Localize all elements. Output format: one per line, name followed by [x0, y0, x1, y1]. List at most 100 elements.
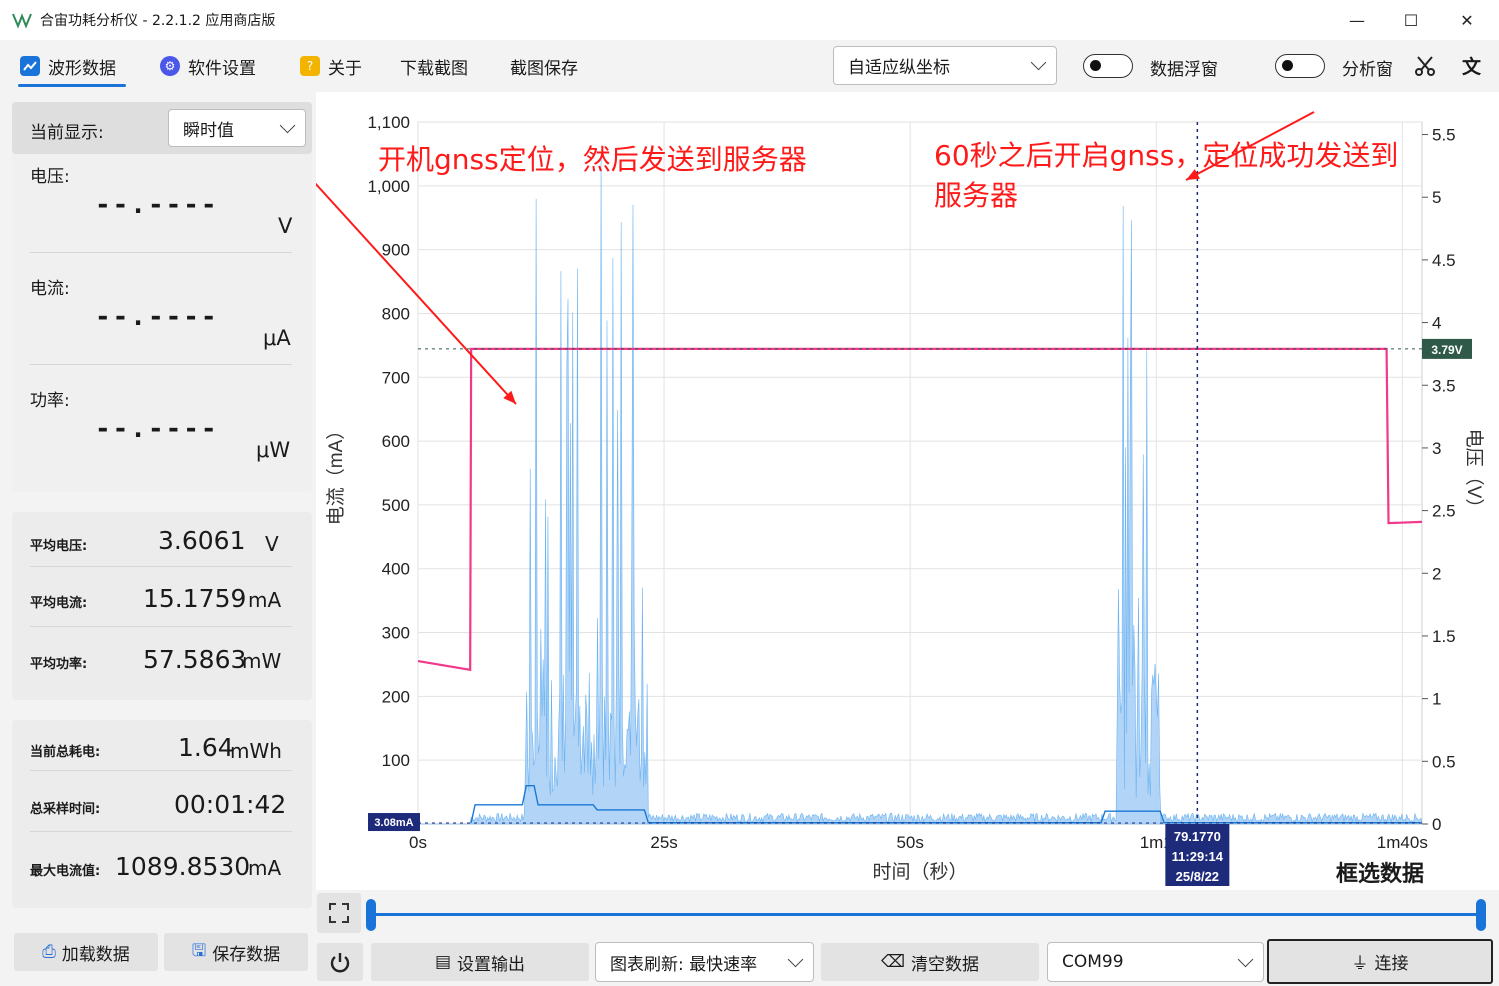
avg-power-unit: mW	[242, 649, 282, 673]
display-mode-value: 瞬时值	[183, 120, 234, 141]
y-left-tick-label: 1,100	[367, 113, 410, 132]
divider	[30, 770, 292, 771]
scissors-icon[interactable]	[1413, 54, 1437, 78]
current-unit: μA	[263, 326, 291, 350]
refresh-rate-select[interactable]: 图表刷新: 最快速率	[595, 942, 814, 982]
divider	[30, 831, 292, 832]
y-right-tick-label: 1	[1432, 690, 1441, 709]
tab-active-indicator	[18, 84, 126, 87]
y-right-tick-label: 1.5	[1432, 627, 1456, 646]
load-icon: ⎙	[42, 942, 56, 962]
y-right-tick-label: 3.5	[1432, 376, 1456, 395]
y-left-tick-label: 600	[382, 432, 410, 451]
avg-power-label: 平均功率:	[30, 657, 88, 672]
connect-label: 连接	[1374, 954, 1409, 974]
data-float-toggle[interactable]	[1083, 54, 1133, 78]
total-energy-unit: mWh	[230, 739, 282, 763]
fullscreen-icon[interactable]	[317, 893, 361, 933]
close-button[interactable]: ✕	[1440, 0, 1494, 40]
clear-data-button[interactable]: ⌫ 清空数据	[821, 943, 1039, 981]
display-mode-label: 当前显示:	[30, 123, 104, 143]
max-current-label: 最大电流值:	[30, 864, 101, 879]
save-data-button[interactable]: 🖫 保存数据	[164, 933, 308, 971]
cursor-date-label: 25/8/22	[1176, 869, 1219, 884]
eraser-icon: ⌫	[880, 952, 906, 972]
avg-power-value: 57.5863	[143, 645, 247, 674]
maximize-button[interactable]: ☐	[1384, 0, 1438, 40]
tab-waveform[interactable]: 波形数据	[20, 52, 116, 80]
avg-current-value: 15.1759	[143, 584, 247, 613]
divider	[30, 364, 292, 365]
y-right-tick-label: 4	[1432, 314, 1441, 333]
question-icon: ?	[300, 56, 320, 76]
chevron-down-icon	[1030, 54, 1047, 71]
y-left-tick-label: 700	[382, 368, 410, 387]
save-screenshot-label: 截图保存	[510, 58, 578, 79]
waveform-icon	[20, 56, 40, 76]
tab-about-label: 关于	[328, 58, 362, 79]
power-value: --.----	[95, 414, 219, 444]
max-current-value: 1089.8530	[115, 852, 251, 881]
y-left-tick-label: 100	[382, 751, 410, 770]
download-screenshot-label: 下载截图	[400, 58, 468, 79]
y-left-tick-label: 1,000	[367, 177, 410, 196]
x-tick-label: 0s	[409, 833, 427, 852]
sample-time-label: 总采样时间:	[30, 802, 101, 817]
refresh-rate-value: 图表刷新: 最快速率	[610, 954, 758, 975]
app-logo-icon	[12, 10, 32, 30]
avg-current-label: 平均电流:	[30, 596, 88, 611]
y-right-tick-label: 2.5	[1432, 502, 1456, 521]
divider	[30, 252, 292, 253]
y-left-axis-title: 电流（mA）	[325, 421, 347, 526]
voltage-value: --.----	[95, 190, 219, 220]
avg-voltage-label: 平均电压:	[30, 539, 88, 554]
x-tick-label: 25s	[650, 833, 677, 852]
y-left-tick-label: 200	[382, 687, 410, 706]
y-left-tick-label: 900	[382, 241, 410, 260]
tab-about[interactable]: ? 关于	[300, 52, 362, 80]
select-data-label[interactable]: 框选数据	[1336, 856, 1425, 888]
divider	[30, 566, 292, 567]
port-select[interactable]: COM99	[1047, 942, 1264, 982]
gear-icon: ⚙	[160, 56, 180, 76]
minimize-button[interactable]: —	[1330, 0, 1384, 40]
y-left-tick-label: 400	[382, 560, 410, 579]
y-right-tick-label: 2	[1432, 564, 1441, 583]
voltage-label: 电压:	[30, 167, 70, 187]
total-energy-value: 1.64	[178, 733, 234, 762]
y-axis-mode-value: 自适应纵坐标	[848, 58, 950, 78]
total-energy-label: 当前总耗电:	[30, 745, 101, 760]
timeline-end-handle[interactable]	[1476, 899, 1486, 931]
translate-icon[interactable]: 文	[1462, 52, 1481, 79]
x-axis-title: 时间（秒）	[872, 861, 967, 883]
current-marker-label: 3.08mA	[374, 817, 413, 829]
power-label: 功率:	[30, 391, 70, 411]
download-screenshot-button[interactable]: 下载截图	[400, 52, 468, 80]
connect-button[interactable]: ⏚ 连接	[1267, 939, 1493, 984]
analysis-window-label: 分析窗	[1342, 60, 1393, 80]
tab-settings[interactable]: ⚙ 软件设置	[160, 52, 256, 80]
load-data-button[interactable]: ⎙ 加载数据	[14, 933, 158, 971]
save-screenshot-button[interactable]: 截图保存	[510, 52, 578, 80]
power-button[interactable]	[317, 943, 363, 981]
power-unit: μW	[256, 438, 291, 462]
timeline-start-handle[interactable]	[366, 899, 376, 931]
current-label: 电流:	[30, 279, 70, 299]
display-mode-select[interactable]: 瞬时值	[168, 109, 306, 147]
output-icon: ▤	[434, 952, 452, 972]
y-left-tick-label: 500	[382, 496, 410, 515]
tab-settings-label: 软件设置	[188, 58, 256, 79]
cursor-time-label: 11:29:14	[1172, 849, 1224, 864]
y-axis-mode-select[interactable]: 自适应纵坐标	[833, 46, 1057, 85]
divider	[30, 626, 292, 627]
y-right-axis-title: 电压（V）	[1463, 429, 1485, 518]
set-output-button[interactable]: ▤ 设置输出	[371, 943, 589, 981]
plug-icon: ⏚	[1351, 954, 1369, 974]
avg-voltage-unit: V	[265, 532, 279, 556]
analysis-window-toggle[interactable]	[1275, 54, 1325, 78]
chevron-down-icon	[787, 951, 804, 967]
y-right-tick-label: 5.5	[1432, 126, 1456, 145]
y-right-tick-label: 5	[1432, 188, 1441, 207]
chevron-down-icon	[1237, 951, 1254, 967]
timeline-track[interactable]	[372, 913, 1482, 916]
